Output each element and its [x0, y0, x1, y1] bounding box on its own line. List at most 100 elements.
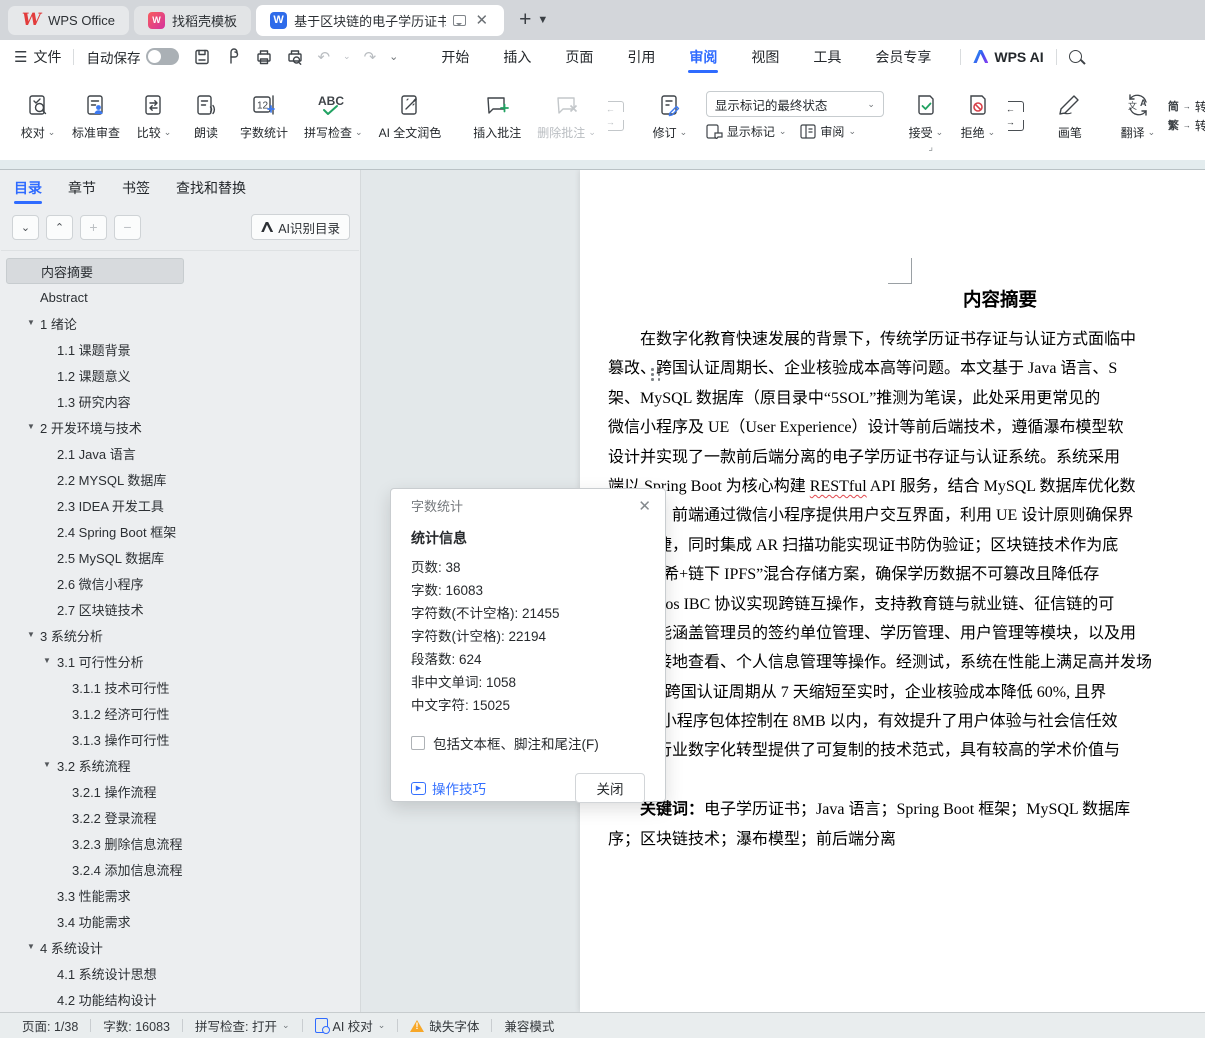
quickbar-more-icon[interactable]: ⌄	[389, 50, 398, 63]
toc-item[interactable]: 4.1 系统设计思想	[6, 960, 354, 986]
ai-polish-button[interactable]: AI 全文润色	[371, 87, 450, 145]
toc-item[interactable]: 3.1.3 操作可行性	[6, 726, 354, 752]
save-icon[interactable]	[193, 48, 211, 66]
collapse-arrow-icon[interactable]: ▼	[27, 318, 35, 327]
collapse-arrow-icon[interactable]: ▼	[43, 760, 51, 769]
next-change-icon[interactable]: →	[1008, 120, 1024, 131]
toc-item[interactable]: 1.3 研究内容	[6, 388, 354, 414]
close-button[interactable]: 关闭	[575, 773, 645, 803]
toc-item[interactable]: ▼2 开发环境与技术	[6, 414, 354, 440]
group-dialog-launcher-icon[interactable]: ⌟	[928, 142, 933, 153]
toc-item[interactable]: 3.3 性能需求	[6, 882, 354, 908]
show-markup-button[interactable]: 显示标记⌄	[706, 123, 787, 140]
menu-tab-member[interactable]: 会员专享	[858, 40, 948, 73]
search-icon[interactable]	[1069, 50, 1082, 63]
toc-item[interactable]: 1.2 课题意义	[6, 362, 354, 388]
toc-item[interactable]: 2.7 区块链技术	[6, 596, 354, 622]
include-footnotes-option[interactable]: 包括文本框、脚注和尾注(F)	[411, 733, 645, 753]
menu-tab-insert[interactable]: 插入	[486, 40, 548, 73]
reject-button[interactable]: 拒绝⌄	[952, 87, 1004, 145]
print-preview-icon[interactable]	[286, 48, 304, 66]
document-page[interactable]: 内容摘要 在数字化教育快速发展的背景下，传统学历证书存证与认证方式面临中篡改、跨…	[580, 170, 1205, 1012]
new-tab-button[interactable]: +	[519, 8, 531, 32]
sidebar-tab-chapters[interactable]: 章节	[68, 170, 96, 206]
toc-item[interactable]: 2.2 MYSQL 数据库	[6, 466, 354, 492]
standard-review-button[interactable]: 标准审查	[64, 87, 128, 145]
ai-proofread-status[interactable]: AI 校对⌄	[303, 1016, 398, 1035]
toc-expand-button[interactable]: ⌃	[46, 215, 73, 240]
insert-comment-button[interactable]: 插入批注	[465, 87, 529, 145]
export-pdf-icon[interactable]	[224, 48, 242, 66]
toc-item[interactable]: 3.2.1 操作流程	[6, 778, 354, 804]
to-simplified-button[interactable]: 繁→ 转简	[1168, 117, 1205, 134]
toc-item[interactable]: 2.5 MySQL 数据库	[6, 544, 354, 570]
to-traditional-button[interactable]: 简→ 转繁	[1168, 98, 1205, 115]
close-tab-icon[interactable]: ✕	[473, 11, 490, 29]
tab-wps-office[interactable]: W WPS Office	[8, 6, 129, 35]
toc-item[interactable]: 内容摘要	[6, 258, 184, 284]
menu-tab-review[interactable]: 审阅	[672, 40, 734, 73]
wps-ai-button[interactable]: WPS AI	[973, 49, 1043, 65]
tips-link[interactable]: ▶ 操作技巧	[411, 778, 486, 798]
toc-item[interactable]: 3.2.4 添加信息流程	[6, 856, 354, 882]
proofread-button[interactable]: 校对⌄	[12, 87, 64, 145]
tab-docer-templates[interactable]: W 找稻壳模板	[134, 6, 251, 35]
toc-item[interactable]: 2.6 微信小程序	[6, 570, 354, 596]
collapse-arrow-icon[interactable]: ▼	[27, 630, 35, 639]
compare-button[interactable]: 比较⌄	[128, 87, 180, 145]
menu-tab-start[interactable]: 开始	[424, 40, 486, 73]
toc-collapse-button[interactable]: ⌄	[12, 215, 39, 240]
file-menu[interactable]: ☰ 文件	[14, 47, 61, 67]
read-aloud-button[interactable]: 朗读	[180, 87, 232, 145]
menu-tab-tools[interactable]: 工具	[796, 40, 858, 73]
ai-recognize-toc-button[interactable]: AI识别目录	[251, 214, 350, 240]
tab-list-dropdown-icon[interactable]: ▼	[537, 14, 548, 26]
toc-item[interactable]: ▼1 绪论	[6, 310, 354, 336]
sidebar-tab-bookmarks[interactable]: 书签	[122, 170, 150, 206]
toc-item[interactable]: 4.2 功能结构设计	[6, 986, 354, 1011]
toc-demote-button: −	[114, 215, 141, 240]
tab-document-active[interactable]: W 基于区块链的电子学历证书存 ✕	[256, 5, 504, 36]
toc-item[interactable]: ▼4 系统设计	[6, 934, 354, 960]
toc-item[interactable]: 3.4 功能需求	[6, 908, 354, 934]
comment-bubble-icon[interactable]	[453, 15, 466, 26]
menu-tab-page[interactable]: 页面	[548, 40, 610, 73]
collapse-arrow-icon[interactable]: ▼	[27, 422, 35, 431]
review-pane-button[interactable]: 审阅⌄	[800, 123, 856, 140]
toc-item[interactable]: 2.4 Spring Boot 框架	[6, 518, 354, 544]
autosave-toggle[interactable]	[146, 48, 179, 65]
menu-tab-view[interactable]: 视图	[734, 40, 796, 73]
menu-tab-reference[interactable]: 引用	[610, 40, 672, 73]
checkbox-icon[interactable]	[411, 736, 425, 750]
page-indicator[interactable]: 页面: 1/38	[10, 1016, 90, 1035]
toc-item[interactable]: Abstract	[6, 284, 354, 310]
toc-item[interactable]: ▼3.1 可行性分析	[6, 648, 354, 674]
print-icon[interactable]	[255, 48, 273, 66]
previous-change-icon[interactable]: ←	[1008, 101, 1024, 112]
word-count-indicator[interactable]: 字数: 16083	[91, 1016, 182, 1035]
track-changes-button[interactable]: 修订⌄	[644, 87, 696, 145]
dialog-close-icon[interactable]: ✕	[638, 497, 651, 515]
translate-button[interactable]: 文A 翻译⌄	[1112, 87, 1164, 145]
toc-item[interactable]: 2.1 Java 语言	[6, 440, 354, 466]
accept-button[interactable]: 接受⌄	[900, 87, 952, 145]
spell-check-status[interactable]: 拼写检查: 打开⌄	[183, 1016, 302, 1035]
missing-font-warning[interactable]: 缺失字体	[398, 1016, 491, 1035]
pen-button[interactable]: 画笔	[1044, 87, 1096, 145]
compat-mode-indicator[interactable]: 兼容模式	[492, 1016, 566, 1035]
markup-state-select[interactable]: 显示标记的最终状态⌄	[706, 91, 884, 117]
sidebar-tab-find-replace[interactable]: 查找和替换	[176, 170, 246, 206]
toc-item[interactable]: 3.2.2 登录流程	[6, 804, 354, 830]
sidebar-tab-contents[interactable]: 目录	[14, 170, 42, 206]
toc-item[interactable]: 3.1.1 技术可行性	[6, 674, 354, 700]
word-count-button[interactable]: 12 字数统计	[232, 87, 296, 145]
spell-check-button[interactable]: ABC 拼写检查⌄	[296, 87, 371, 145]
collapse-arrow-icon[interactable]: ▼	[27, 942, 35, 951]
toc-item[interactable]: ▼3 系统分析	[6, 622, 354, 648]
toc-item[interactable]: ▼3.2 系统流程	[6, 752, 354, 778]
toc-item[interactable]: 2.3 IDEA 开发工具	[6, 492, 354, 518]
toc-item[interactable]: 3.1.2 经济可行性	[6, 700, 354, 726]
toc-item[interactable]: 1.1 课题背景	[6, 336, 354, 362]
collapse-arrow-icon[interactable]: ▼	[43, 656, 51, 665]
toc-item[interactable]: 3.2.3 删除信息流程	[6, 830, 354, 856]
